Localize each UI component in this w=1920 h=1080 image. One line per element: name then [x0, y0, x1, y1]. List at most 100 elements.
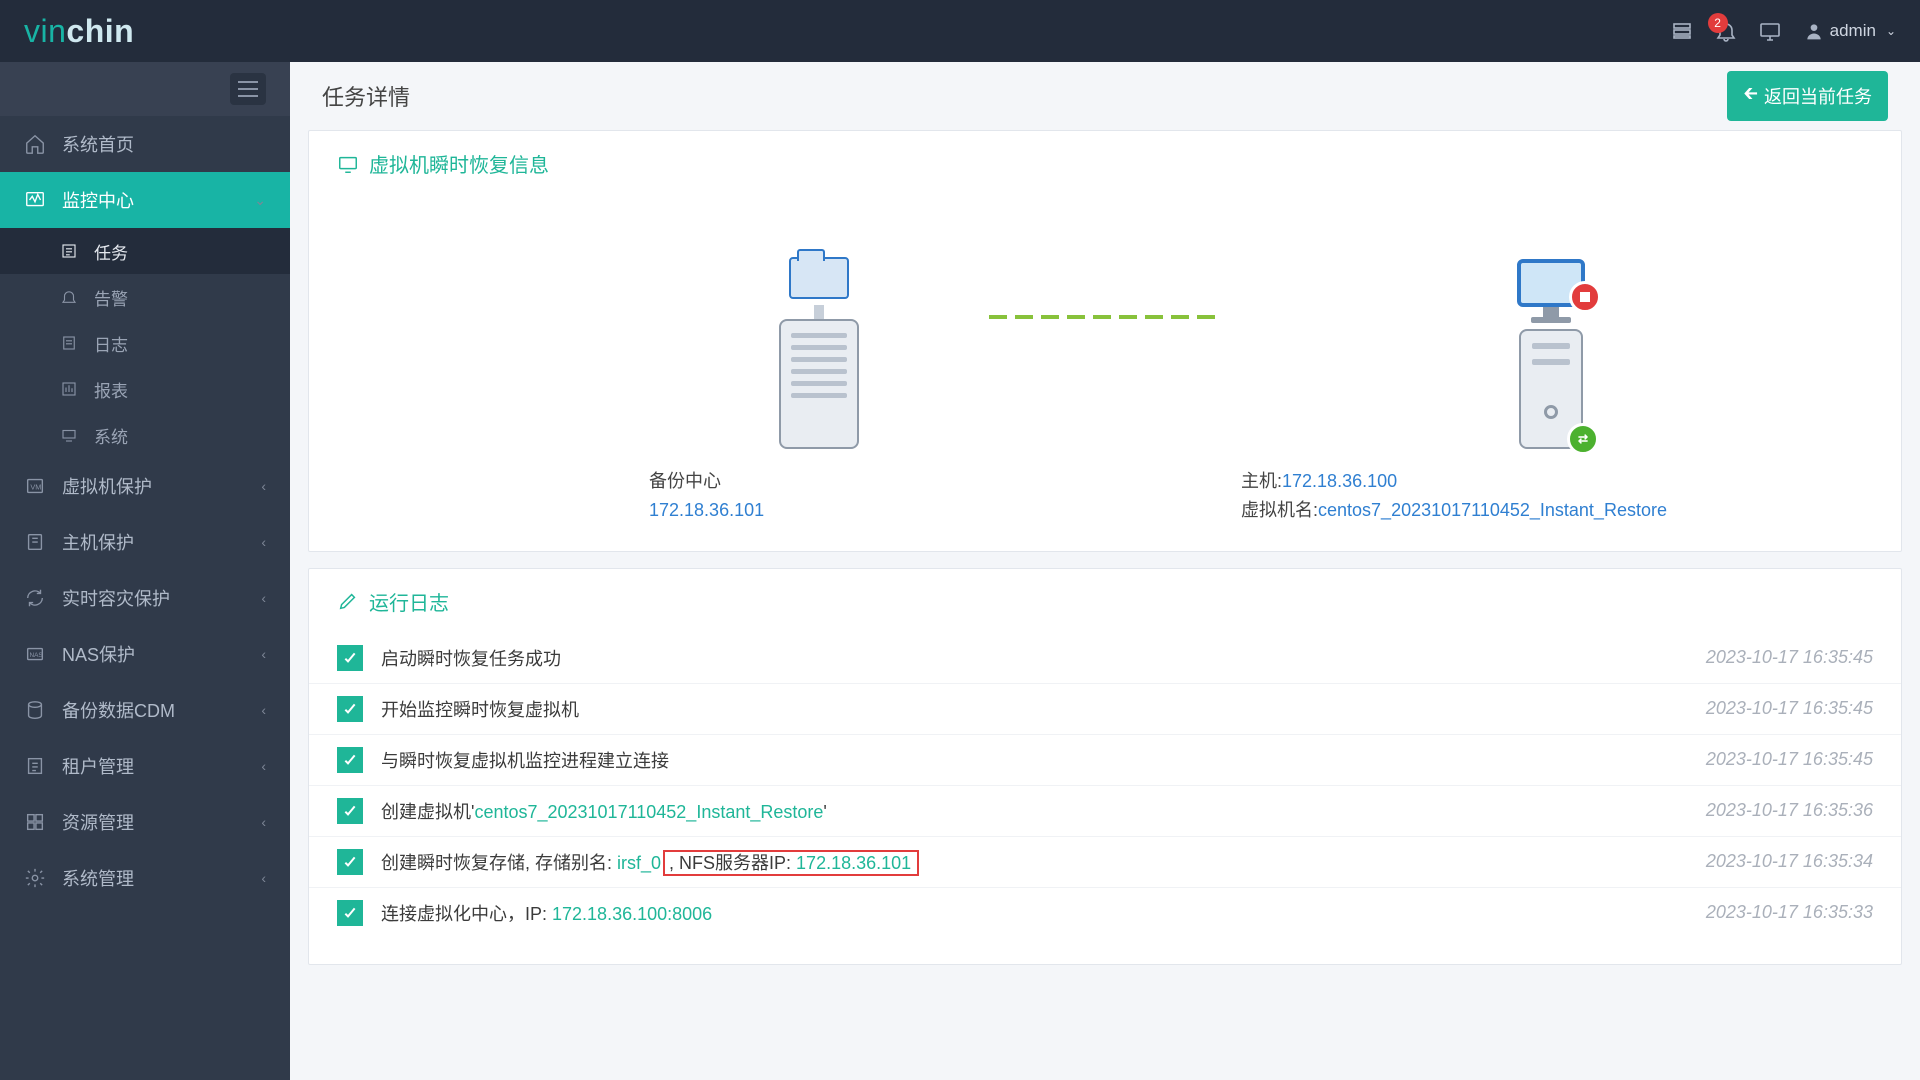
sidebar-item-label: 虚拟机保护 [62, 473, 152, 499]
chevron-left-icon: ‹ [261, 758, 266, 774]
main-content: 任务详情 🡰返回当前任务 虚拟机瞬时恢复信息 备份中心 172.18.36.10… [290, 62, 1920, 1080]
log-row: 连接虚拟化中心，IP: 172.18.36.100:80062023-10-17… [309, 887, 1901, 938]
vm-icon: VM [24, 475, 46, 497]
grid-icon [24, 811, 46, 833]
vm-name-link[interactable]: centos7_20231017110452_Instant_Restore [1318, 500, 1667, 520]
log-message: 连接虚拟化中心，IP: 172.18.36.100:8006 [381, 900, 1706, 926]
chevron-left-icon: ‹ [261, 478, 266, 494]
log-timestamp: 2023-10-17 16:35:36 [1706, 800, 1873, 821]
monitor-icon[interactable] [1748, 9, 1792, 53]
chevron-left-icon: ‹ [261, 590, 266, 606]
gear-icon [24, 867, 46, 889]
home-icon [24, 133, 46, 155]
chevron-left-icon: ‹ [261, 870, 266, 886]
log-timestamp: 2023-10-17 16:35:45 [1706, 698, 1873, 719]
check-icon [337, 849, 363, 875]
sidebar-collapse-button[interactable] [230, 73, 266, 105]
highlighted-nfs-info: , NFS服务器IP: 172.18.36.101 [663, 850, 919, 876]
chevron-down-icon: ⌄ [1886, 24, 1896, 38]
sidebar-sub-alarm[interactable]: 告警 [0, 274, 290, 320]
host-label: 主机: [1241, 471, 1282, 491]
log-row: 启动瞬时恢复任务成功2023-10-17 16:35:45 [309, 633, 1901, 683]
chevron-down-icon: ⌄ [254, 192, 266, 209]
svg-text:NAS: NAS [30, 652, 43, 659]
card-title: 虚拟机瞬时恢复信息 [369, 149, 549, 178]
sidebar-item-label: 系统首页 [62, 131, 134, 157]
vm-label: 虚拟机名: [1241, 500, 1318, 520]
sync-icon [24, 587, 46, 609]
log-message: 与瞬时恢复虚拟机监控进程建立连接 [381, 747, 1706, 773]
check-icon [337, 900, 363, 926]
list-icon [58, 240, 80, 262]
arrow-left-icon: 🡰 [1743, 81, 1758, 111]
sidebar-item-label: 租户管理 [62, 753, 134, 779]
sidebar-item-label: NAS保护 [62, 641, 135, 667]
log-row: 开始监控瞬时恢复虚拟机2023-10-17 16:35:45 [309, 683, 1901, 734]
log-timestamp: 2023-10-17 16:35:45 [1706, 749, 1873, 770]
nas-icon: NAS [24, 643, 46, 665]
chevron-left-icon: ‹ [261, 702, 266, 718]
sidebar-item-tenant[interactable]: 租户管理 ‹ [0, 738, 290, 794]
host-graphic: ⇄ [1517, 259, 1585, 449]
edit-icon [337, 590, 359, 612]
database-icon [24, 699, 46, 721]
sidebar-item-nas[interactable]: NAS NAS保护 ‹ [0, 626, 290, 682]
user-label: admin [1830, 21, 1876, 41]
sidebar-item-cdm[interactable]: 备份数据CDM ‹ [0, 682, 290, 738]
sidebar-item-label: 报表 [94, 377, 128, 402]
sidebar-item-label: 主机保护 [62, 529, 134, 555]
sidebar-item-label: 系统管理 [62, 865, 134, 891]
log-timestamp: 2023-10-17 16:35:45 [1706, 647, 1873, 668]
sidebar-item-home[interactable]: 系统首页 [0, 116, 290, 172]
page-title: 任务详情 [322, 80, 410, 112]
notification-badge: 2 [1708, 13, 1728, 33]
monitor-center-icon [24, 189, 46, 211]
sidebar-item-label: 实时容灾保护 [62, 585, 170, 611]
sidebar-item-vmprotect[interactable]: VM 虚拟机保护 ‹ [0, 458, 290, 514]
brand-logo: vinchin [24, 13, 134, 50]
link-status-icon: ⇄ [1567, 423, 1599, 455]
return-button-label: 返回当前任务 [1764, 83, 1872, 109]
sidebar-item-label: 资源管理 [62, 809, 134, 835]
sidebar-sub-system[interactable]: 系统 [0, 412, 290, 458]
layers-icon[interactable] [1660, 9, 1704, 53]
log-timestamp: 2023-10-17 16:35:33 [1706, 902, 1873, 923]
svg-text:VM: VM [30, 483, 41, 492]
user-menu[interactable]: admin ⌄ [1804, 21, 1896, 41]
sidebar-item-monitor[interactable]: 监控中心 ⌄ [0, 172, 290, 228]
sidebar-sub-log[interactable]: 日志 [0, 320, 290, 366]
check-icon [337, 645, 363, 671]
backup-server-graphic [779, 257, 859, 449]
sidebar-item-drprotect[interactable]: 实时容灾保护 ‹ [0, 570, 290, 626]
users-icon [24, 755, 46, 777]
backup-center-label: 备份中心 [649, 467, 989, 496]
server-icon [24, 531, 46, 553]
sidebar-item-hostprotect[interactable]: 主机保护‹ [0, 514, 290, 570]
bell-icon [58, 286, 80, 308]
check-icon [337, 798, 363, 824]
backup-center-ip-link[interactable]: 172.18.36.101 [649, 496, 989, 525]
bell-icon[interactable]: 2 [1704, 9, 1748, 53]
card-title: 运行日志 [369, 587, 449, 616]
system-icon [58, 424, 80, 446]
log-message: 启动瞬时恢复任务成功 [381, 645, 1706, 671]
log-row: 创建瞬时恢复存储, 存储别名: irsf_0, NFS服务器IP: 172.18… [309, 836, 1901, 887]
check-icon [337, 747, 363, 773]
sidebar: 系统首页 监控中心 ⌄ 任务 告警 日志 报表 系统 VM 虚拟机保护 ‹ 主机保护… [0, 62, 290, 1080]
log-message: 创建瞬时恢复存储, 存储别名: irsf_0, NFS服务器IP: 172.18… [381, 849, 1706, 875]
chevron-left-icon: ‹ [261, 646, 266, 662]
sidebar-item-label: 备份数据CDM [62, 697, 175, 723]
sidebar-item-sysmanage[interactable]: 系统管理 ‹ [0, 850, 290, 906]
chevron-left-icon: ‹ [261, 814, 266, 830]
runlog-card: 运行日志 启动瞬时恢复任务成功2023-10-17 16:35:45开始监控瞬时… [308, 568, 1902, 965]
sidebar-item-label: 监控中心 [62, 187, 134, 213]
chart-icon [58, 378, 80, 400]
connection-line [989, 315, 1221, 319]
return-button[interactable]: 🡰返回当前任务 [1727, 71, 1888, 121]
sidebar-item-resource[interactable]: 资源管理 ‹ [0, 794, 290, 850]
host-ip-link[interactable]: 172.18.36.100 [1282, 471, 1397, 491]
sidebar-sub-report[interactable]: 报表 [0, 366, 290, 412]
sidebar-sub-tasks[interactable]: 任务 [0, 228, 290, 274]
sidebar-item-label: 告警 [94, 285, 128, 310]
check-icon [337, 696, 363, 722]
